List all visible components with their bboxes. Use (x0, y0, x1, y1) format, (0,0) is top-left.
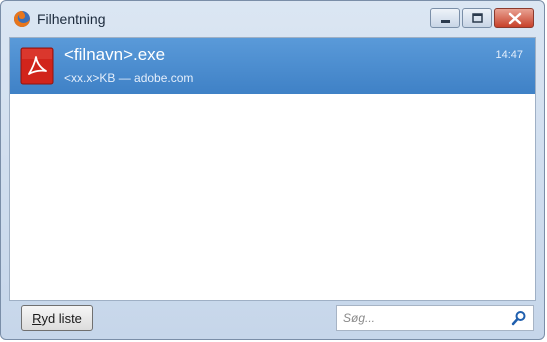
window-controls (430, 8, 534, 28)
bottom-toolbar: Ryd liste (9, 303, 536, 335)
search-box[interactable] (336, 305, 534, 331)
maximize-button[interactable] (462, 8, 492, 28)
download-meta: <xx.x>KB — adobe.com (64, 71, 194, 85)
maximize-icon (472, 13, 483, 23)
minimize-icon (441, 20, 450, 23)
close-button[interactable] (494, 8, 534, 28)
clear-list-label: yd liste (41, 310, 82, 326)
download-filename: <filnavn>.exe (64, 45, 166, 64)
firefox-icon (13, 10, 31, 28)
adobe-file-icon (20, 47, 54, 85)
minimize-button[interactable] (430, 8, 460, 28)
close-icon (508, 12, 522, 25)
clear-list-accel: R (32, 310, 42, 326)
window-title: Filhentning (37, 11, 106, 27)
download-time: 14:47 (495, 49, 523, 61)
search-input[interactable] (343, 309, 503, 327)
download-item[interactable]: <filnavn>.exe <xx.x>KB — adobe.com 14:47 (10, 38, 535, 94)
title-bar[interactable]: Filhentning (1, 1, 544, 37)
clear-list-button[interactable]: Ryd liste (21, 305, 93, 331)
downloads-list[interactable]: <filnavn>.exe <xx.x>KB — adobe.com 14:47 (9, 37, 536, 301)
downloads-window: Filhentning <filnavn>.exe <xx.x>KB — ado… (0, 0, 545, 340)
search-icon[interactable] (511, 310, 527, 326)
